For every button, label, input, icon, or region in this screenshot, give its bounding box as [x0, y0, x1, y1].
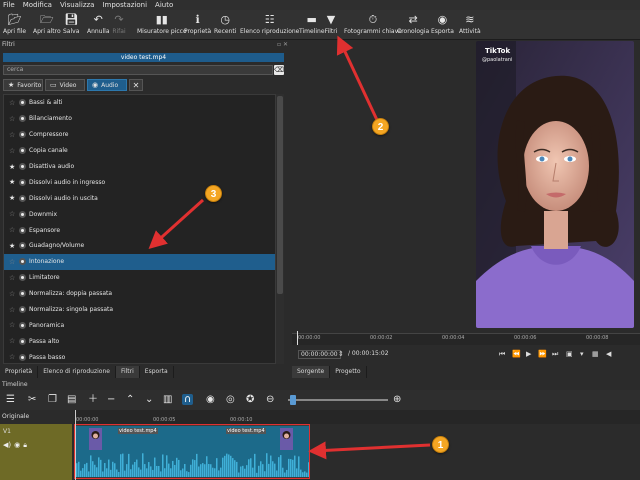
- callout-badge-3: 3: [205, 185, 222, 202]
- arrow-to-clip: [308, 441, 431, 460]
- arrow-to-intonazione: [148, 198, 205, 250]
- callout-badge-2: 2: [372, 118, 389, 135]
- annotation-arrows: [148, 35, 431, 460]
- callout-badge-1: 1: [432, 436, 449, 453]
- arrow-to-filters-button: [336, 35, 379, 121]
